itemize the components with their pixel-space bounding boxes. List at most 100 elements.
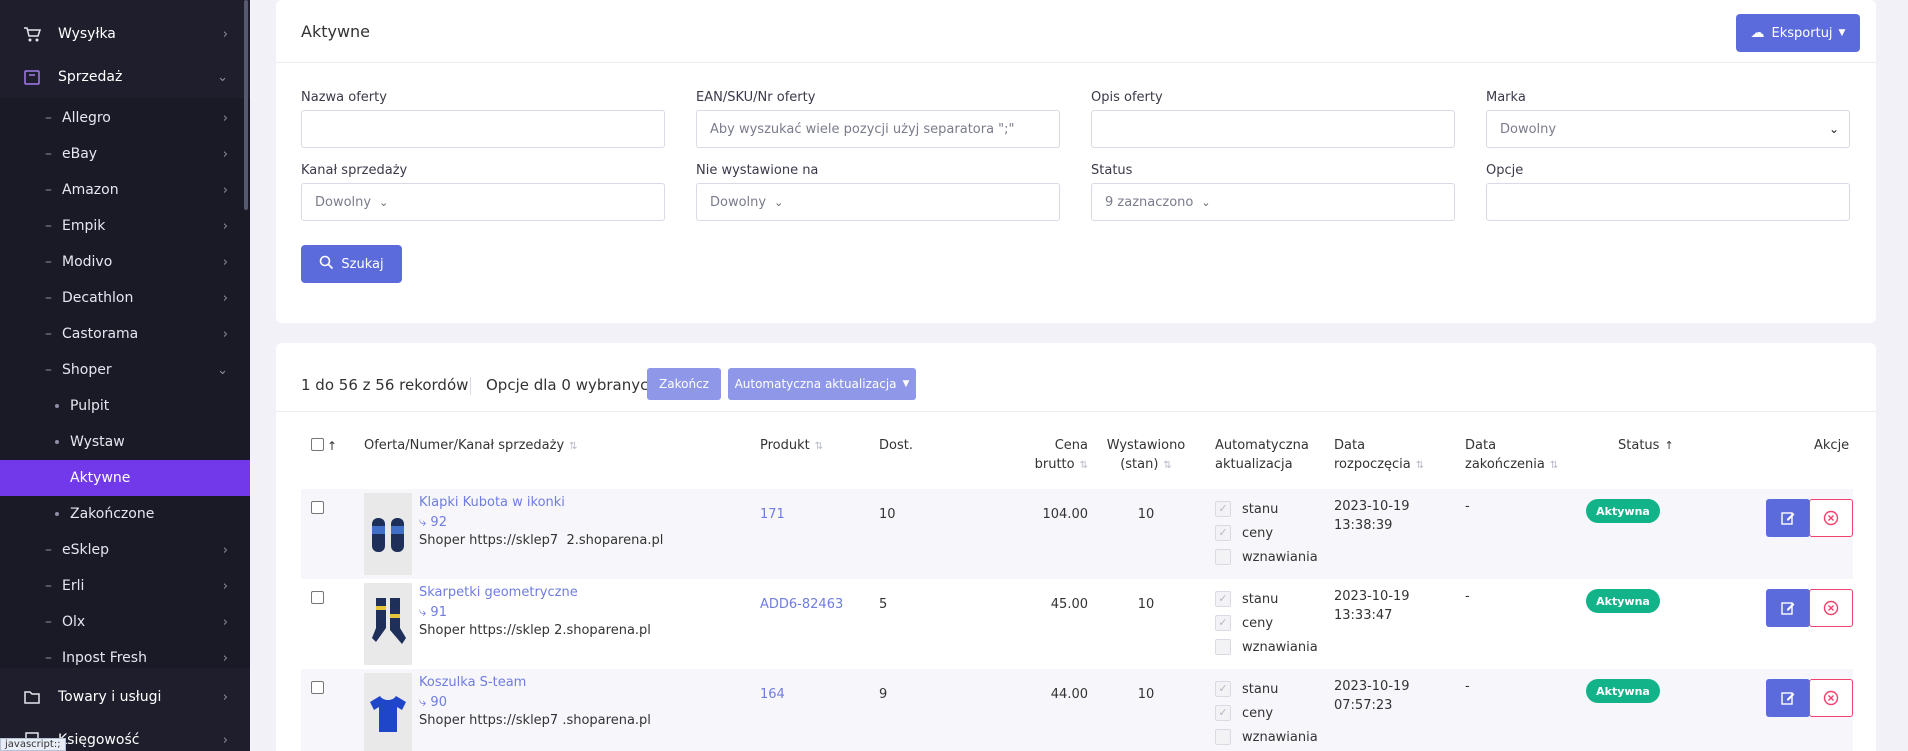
sidebar-item-allegro[interactable]: – Allegro › [0,100,250,136]
sidebar-item-aktywne[interactable]: Aktywne [0,460,250,496]
folder-icon [22,687,42,707]
export-button[interactable]: ☁ Eksportuj ▼ [1736,14,1860,52]
not-listed-multiselect[interactable]: Dowolny ⌄ [696,183,1060,221]
offer-name-link[interactable]: Koszulka S-team [419,675,526,690]
chevron-down-icon: ⌄ [379,195,389,209]
channel-multiselect[interactable]: Dowolny ⌄ [301,183,665,221]
auto-renew-label: wznawiania [1242,640,1318,655]
header-start-date[interactable]: Data rozpoczęcia ⇅ [1334,436,1424,475]
chevron-right-icon: › [222,326,228,342]
product-thumbnail[interactable] [364,673,412,751]
header-auto-update: Automatyczna aktualizacja [1215,436,1309,474]
status-multiselect[interactable]: 9 zaznaczono ⌄ [1091,183,1455,221]
ean-input[interactable]: Aby wyszukać wiele pozycji użyj separato… [696,110,1060,148]
sidebar-item-inpost-fresh[interactable]: – Inpost Fresh › [0,640,250,676]
brand-select[interactable]: Dowolny ⌄ [1486,110,1850,148]
sort-icon: ⇅ [569,441,578,452]
start-time: 13:33:47 [1334,608,1393,623]
auto-price-label: ceny [1242,616,1274,631]
auto-renew-checkbox[interactable] [1215,549,1231,565]
dash-icon: – [45,614,52,630]
sort-up-icon[interactable]: ↑ [327,437,337,456]
sidebar-item-olx[interactable]: – Olx › [0,604,250,640]
row-checkbox[interactable] [311,591,324,604]
chevron-right-icon: › [222,218,228,234]
end-offers-button[interactable]: Zakończ [647,368,721,400]
offers-card: 1 do 56 z 56 rekordów Opcje dla 0 wybran… [276,343,1876,751]
sidebar-item-label: eBay [62,146,98,162]
sidebar-item-empik[interactable]: – Empik › [0,208,250,244]
row-checkbox[interactable] [311,501,324,514]
end-offer-button[interactable] [1809,589,1853,627]
search-button[interactable]: Szukaj [301,245,402,283]
socks-image [372,598,406,644]
sidebar-item-decathlon[interactable]: – Decathlon › [0,280,250,316]
header-product[interactable]: Produkt ⇅ [760,436,823,456]
description-input[interactable] [1091,110,1455,148]
header-label: Wystawiono [1106,438,1186,453]
auto-stock-checkbox[interactable]: ✓ [1215,681,1231,697]
sidebar-item-label: Pulpit [70,398,110,414]
sidebar-item-modivo[interactable]: – Modivo › [0,244,250,280]
product-link[interactable]: ADD6-82463 [760,597,843,612]
product-link[interactable]: 164 [760,687,785,702]
offer-name-link[interactable]: Klapki Kubota w ikonki [419,495,565,510]
sidebar-item-pulpit[interactable]: Pulpit [0,388,250,424]
header-label: brutto [1034,457,1075,472]
auto-update-button[interactable]: Automatyczna aktualizacja ▼ [728,368,916,400]
header-offer[interactable]: Oferta/Numer/Kanał sprzedaży ⇅ [364,436,578,456]
sidebar-item-label: Inpost Fresh [62,650,147,666]
auto-price-checkbox[interactable]: ✓ [1215,525,1231,541]
offer-number-link[interactable]: ⤷ 92 [419,515,447,530]
sidebar-item-zakonczone[interactable]: Zakończone [0,496,250,532]
header-status[interactable]: Status ↑ [1618,436,1674,455]
tag-icon: ⤷ [419,695,427,710]
price-value: 44.00 [1050,687,1088,702]
sidebar-item-sprzedaz[interactable]: Sprzedaż ⌄ [0,57,250,97]
edit-button[interactable] [1766,499,1810,537]
header-end-date[interactable]: Data zakończenia ⇅ [1465,436,1558,475]
sidebar-item-ebay[interactable]: – eBay › [0,136,250,172]
options-input[interactable] [1486,183,1850,221]
auto-price-checkbox[interactable]: ✓ [1215,705,1231,721]
offer-number-link[interactable]: ⤷ 91 [419,605,447,620]
edit-button[interactable] [1766,589,1810,627]
offer-name-link[interactable]: Skarpetki geometryczne [419,585,578,600]
sidebar-item-label: Zakończone [70,506,155,522]
product-thumbnail[interactable] [364,493,412,575]
sidebar-item-wystaw[interactable]: Wystaw [0,424,250,460]
end-offer-button[interactable] [1809,679,1853,717]
sidebar-item-label: Shoper [62,362,112,378]
offer-number-link[interactable]: ⤷ 90 [419,695,447,710]
sidebar-item-castorama[interactable]: – Castorama › [0,316,250,352]
divider [470,377,471,395]
sidebar-item-erli[interactable]: – Erli › [0,568,250,604]
sidebar-item-amazon[interactable]: – Amazon › [0,172,250,208]
offer-name-input[interactable] [301,110,665,148]
header-label: Status [1618,438,1660,453]
listed-value: 10 [1137,597,1155,612]
header-listed[interactable]: Wystawiono (stan) ⇅ [1096,436,1196,475]
dash-icon: – [45,218,52,234]
auto-stock-checkbox[interactable]: ✓ [1215,591,1231,607]
auto-renew-checkbox[interactable] [1215,639,1231,655]
chevron-down-icon: ⌄ [774,195,784,209]
auto-stock-checkbox[interactable]: ✓ [1215,501,1231,517]
header-price[interactable]: Cena brutto ⇅ [1008,436,1088,475]
product-link[interactable]: 171 [760,507,785,522]
edit-button[interactable] [1766,679,1810,717]
sidebar-item-esklep[interactable]: – eSklep › [0,532,250,568]
sidebar-item-towary[interactable]: Towary i usługi › [0,677,250,717]
select-all-checkbox[interactable] [311,438,324,451]
chevron-down-icon: ⌄ [217,69,228,85]
product-thumbnail[interactable] [364,583,412,665]
header-label: (stan) [1120,457,1159,472]
auto-renew-checkbox[interactable] [1215,729,1231,745]
sidebar-item-wysylka[interactable]: Wysyłka › [0,14,250,54]
auto-price-checkbox[interactable]: ✓ [1215,615,1231,631]
tag-icon: ⤷ [419,515,427,530]
bullet-icon [55,440,59,444]
end-offer-button[interactable] [1809,499,1853,537]
sidebar-item-shoper[interactable]: – Shoper ⌄ [0,352,250,388]
row-checkbox[interactable] [311,681,324,694]
